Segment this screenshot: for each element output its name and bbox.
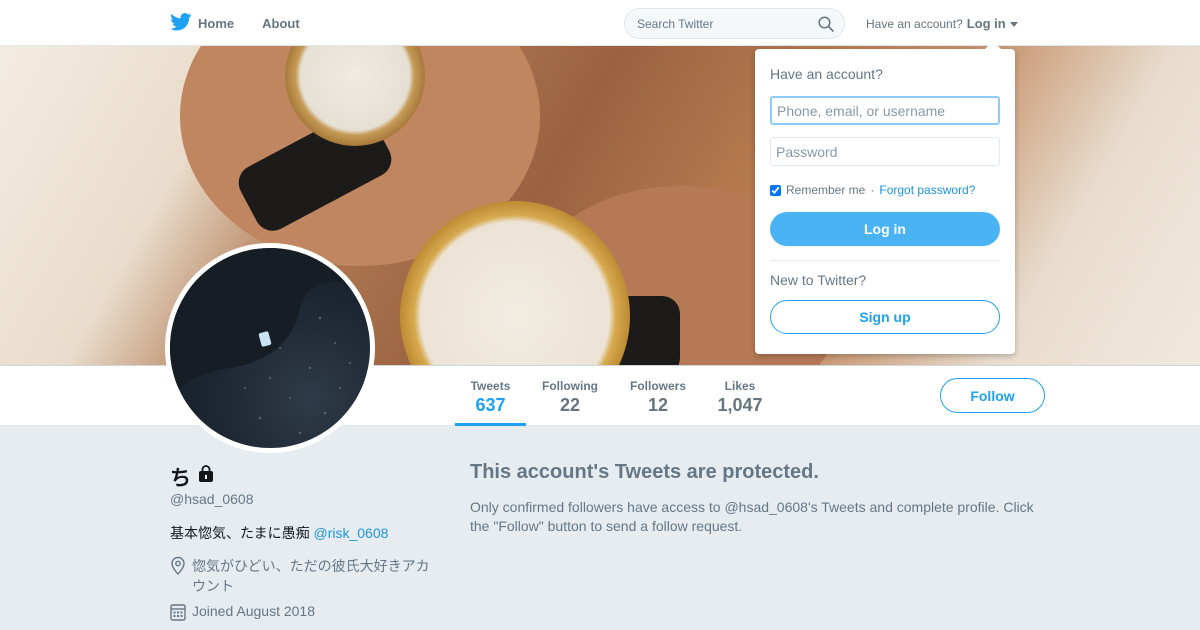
stat-value: 12	[647, 395, 669, 415]
avatar-image	[170, 248, 370, 448]
lock-icon	[197, 465, 215, 489]
bio-text: 基本惚気、たまに愚痴	[170, 525, 314, 541]
twitter-bird-icon	[170, 12, 192, 34]
profile-name: ち	[170, 467, 191, 490]
search-icon[interactable]	[818, 16, 834, 37]
login-dropdown: Have an account? Remember me · Forgot pa…	[755, 41, 1015, 354]
stat-label: Followers	[629, 379, 686, 393]
profile-location: 惚気がひどい、ただの彼氏大好きアカウント	[170, 556, 440, 596]
caret-down-icon	[1009, 21, 1018, 27]
divider	[770, 260, 1000, 261]
stat-value: 1,047	[717, 395, 763, 415]
login-button[interactable]: Log in	[770, 212, 1000, 246]
nav-about-link[interactable]: About	[262, 16, 300, 31]
follow-button[interactable]: Follow	[940, 378, 1045, 413]
joined-text: Joined August 2018	[192, 603, 315, 619]
search-box	[624, 8, 845, 39]
dropdown-title: Have an account?	[770, 66, 883, 82]
profile-name-row: ち	[170, 462, 215, 492]
new-to-twitter-text: New to Twitter?	[770, 272, 867, 288]
login-dropdown-toggle[interactable]: Have an account? Log in	[866, 16, 1018, 31]
stat-following[interactable]: Following 22	[534, 366, 606, 426]
stat-label: Likes	[724, 379, 756, 393]
protected-title: This account's Tweets are protected.	[470, 461, 819, 483]
nav-home-link[interactable]: Home	[170, 12, 235, 34]
username-field[interactable]	[770, 96, 1000, 125]
stat-tweets[interactable]: Tweets 637	[455, 366, 526, 426]
remember-me-label[interactable]: Remember me	[786, 183, 865, 197]
calendar-icon	[170, 603, 186, 624]
location-text: 惚気がひどい、ただの彼氏大好きアカウント	[192, 558, 430, 594]
profile-handle[interactable]: @hsad_0608	[170, 491, 254, 507]
remember-me-checkbox[interactable]	[770, 184, 781, 196]
top-navigation-bar: Home About Have an account? Log in	[0, 0, 1200, 46]
bio-mention-link[interactable]: @risk_0608	[313, 525, 388, 541]
nav-home-label: Home	[198, 15, 235, 31]
stat-likes[interactable]: Likes 1,047	[710, 366, 770, 426]
stat-value: 637	[475, 395, 506, 415]
login-toggle-label: Log in	[966, 16, 1006, 31]
location-pin-icon	[170, 556, 186, 596]
signup-button[interactable]: Sign up	[770, 300, 1000, 334]
protected-body: Only confirmed followers have access to …	[470, 499, 1034, 534]
profile-joined: Joined August 2018	[170, 603, 315, 624]
profile-avatar[interactable]	[165, 243, 375, 453]
stat-label: Following	[542, 379, 598, 393]
nav-left: Home About	[170, 0, 300, 46]
password-field[interactable]	[770, 137, 1000, 166]
stat-value: 22	[559, 395, 581, 415]
search-input[interactable]	[637, 16, 807, 31]
remember-row: Remember me · Forgot password?	[770, 183, 975, 197]
profile-bio: 基本惚気、たまに愚痴 @risk_0608	[170, 523, 388, 543]
separator: ·	[870, 183, 875, 197]
nav-about-label: About	[262, 15, 300, 31]
stat-followers[interactable]: Followers 12	[622, 366, 694, 426]
have-account-text: Have an account?	[866, 16, 963, 31]
forgot-password-link[interactable]: Forgot password?	[879, 183, 975, 197]
stat-label: Tweets	[470, 379, 511, 393]
